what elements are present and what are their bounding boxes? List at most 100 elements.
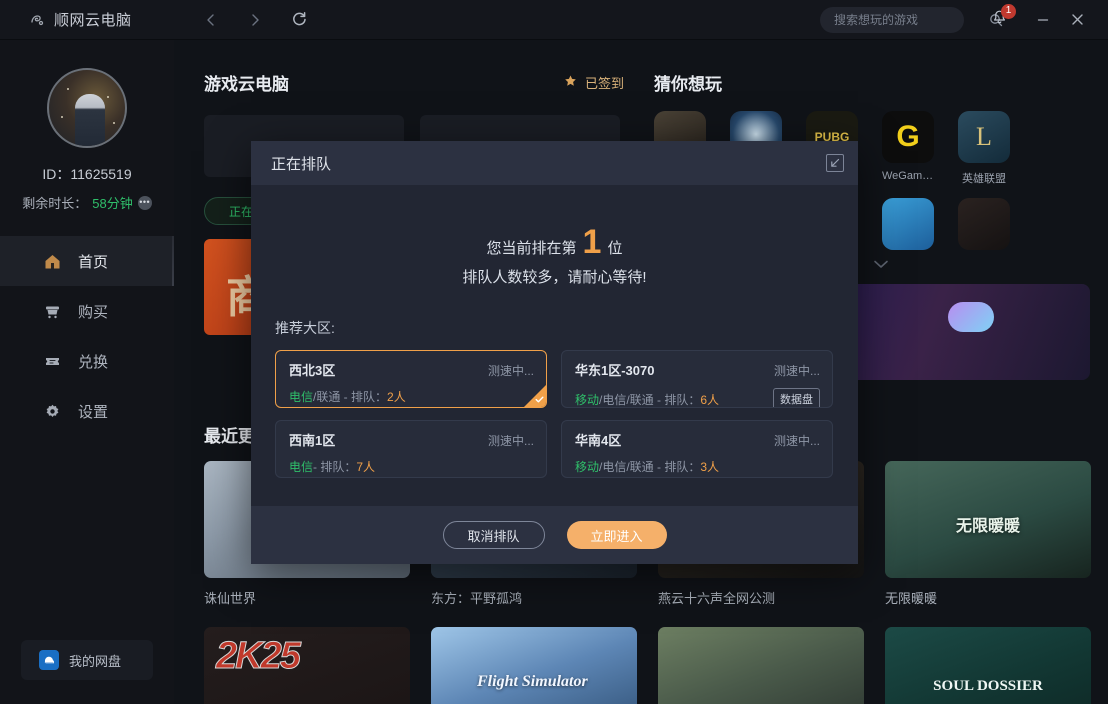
region-isp-rest: /电信/联通 - 排队： <box>599 460 701 474</box>
sidebar-item-label: 购买 <box>78 303 109 321</box>
app-window: 顺网云电脑 1 <box>0 0 1108 704</box>
collapse-icon[interactable] <box>826 154 844 172</box>
region-card-southwest-1[interactable]: 西南1区 测速中... 电信 - 排队： 7人 <box>275 420 547 478</box>
netdisk-button[interactable]: 我的网盘 <box>21 640 153 680</box>
sidebar-menu: 首页 购买 兑换 设置 <box>0 236 174 436</box>
more-dots-icon[interactable]: ••• <box>137 195 152 210</box>
region-isp-rest: /联通 - 排队： <box>313 390 388 404</box>
queue-position-line: 您当前排在第 1 位 <box>251 223 858 261</box>
recent-games-row-2 <box>174 607 1108 704</box>
region-card-south-4[interactable]: 华南4区 测速中... 移动 /电信/联通 - 排队： 3人 <box>561 420 833 478</box>
game-card-art <box>885 461 1091 578</box>
region-card-top: 西南1区 测速中... <box>289 430 534 449</box>
region-card-bottom: 电信 /联通 - 排队： 2人 <box>289 388 534 405</box>
brand-name: 顺网云电脑 <box>54 12 132 29</box>
queue-prefix: 您当前排在第 <box>486 240 577 257</box>
titlebar-right: 1 <box>820 3 1108 35</box>
title-bar: 顺网云电脑 1 <box>0 0 1108 40</box>
gear-icon <box>42 401 62 421</box>
region-queue-count: 3人 <box>700 460 720 474</box>
user-profile: ID：11625519 剩余时长： 58分钟 ••• <box>0 40 174 212</box>
remaining-time-label: 剩余时长： <box>22 196 88 211</box>
brand: 顺网云电脑 <box>0 9 174 30</box>
queue-dialog-title: 正在排队 <box>271 155 332 173</box>
game-card-label: 诛仙世界 <box>204 591 257 606</box>
sidebar-item-label: 兑换 <box>78 353 109 371</box>
home-icon <box>42 251 62 271</box>
enter-now-button[interactable]: 立即进入 <box>566 521 667 549</box>
queue-dialog-footer: 取消排队 立即进入 <box>251 506 858 564</box>
data-disk-badge[interactable]: 数据盘 <box>773 388 820 407</box>
ticket-icon <box>42 351 62 371</box>
recommend-regions-label: 推荐大区: <box>275 320 335 336</box>
guess-title: 猜你想玩 <box>654 75 722 94</box>
queue-dialog-header: 正在排队 <box>251 141 858 185</box>
game-card-art <box>204 627 410 704</box>
game-tile[interactable]: G WeGame... <box>882 111 934 186</box>
region-queue-count: 2人 <box>387 390 406 404</box>
search-input[interactable] <box>834 12 989 27</box>
queue-dialog: 正在排队 您当前排在第 1 位 排队人数较多，请耐心等待! 推荐大区: 西北3区… <box>251 141 858 564</box>
game-tile-art <box>882 198 934 250</box>
signin-label: 已签到 <box>584 76 624 91</box>
avatar[interactable] <box>47 68 127 148</box>
game-card-label: 无限暖暖 <box>885 591 938 606</box>
region-speed-status: 测速中... <box>487 434 534 448</box>
user-id: ID：11625519 <box>42 166 132 182</box>
region-list: 西北3区 测速中... 电信 /联通 - 排队： 2人 华东1区-3070 测速… <box>251 338 858 478</box>
game-card[interactable] <box>431 627 637 704</box>
sidebar-item-label: 设置 <box>78 403 109 421</box>
region-isp-primary: 移动 <box>575 460 600 474</box>
avatar-spark <box>67 88 69 90</box>
search-box[interactable] <box>820 6 1003 33</box>
avatar-spark <box>113 122 115 124</box>
region-card-northwest-3[interactable]: 西北3区 测速中... 电信 /联通 - 排队： 2人 <box>275 350 547 408</box>
region-card-top: 华南4区 测速中... <box>575 430 820 449</box>
region-card-bottom: 移动 /电信/联通 - 排队： 3人 <box>575 458 820 475</box>
cloudpc-title: 游戏云电脑 <box>204 75 289 94</box>
region-name: 西北3区 <box>289 363 336 378</box>
sidebar-item-label: 首页 <box>78 253 109 271</box>
cloudpc-header: 游戏云电脑 已签到 <box>174 40 624 95</box>
game-card-label: 燕云十六声全网公测 <box>658 591 776 606</box>
game-card-art <box>431 627 637 704</box>
game-tile-label: WeGame... <box>882 170 934 182</box>
sidebar-item-buy[interactable]: 购买 <box>0 286 174 336</box>
close-button[interactable] <box>1060 5 1094 35</box>
remaining-time: 剩余时长： 58分钟 ••• <box>0 193 174 212</box>
region-card-east-1-3070[interactable]: 华东1区-3070 测速中... 移动 /电信/联通 - 排队： 6人 数据盘 <box>561 350 833 408</box>
region-isp-primary: 移动 <box>575 392 600 407</box>
netdisk-label: 我的网盘 <box>69 653 122 669</box>
game-tile[interactable] <box>958 198 1010 250</box>
app-logo-icon <box>28 11 46 29</box>
game-tile-label: 英雄联盟 <box>962 173 1006 185</box>
game-card[interactable] <box>204 627 410 704</box>
sidebar: ID：11625519 剩余时长： 58分钟 ••• 首页 购买 兑换 设置 我… <box>0 40 174 704</box>
forward-arrow-icon[interactable] <box>244 9 266 31</box>
region-speed-status: 测速中... <box>773 364 820 378</box>
game-card-label: 东方：平野孤鸿 <box>431 591 523 606</box>
sidebar-item-home[interactable]: 首页 <box>0 236 174 286</box>
back-arrow-icon[interactable] <box>200 9 222 31</box>
game-tile[interactable] <box>882 198 934 250</box>
signin-status[interactable]: 已签到 <box>563 73 624 92</box>
sidebar-item-redeem[interactable]: 兑换 <box>0 336 174 386</box>
region-name: 西南1区 <box>289 433 336 448</box>
minimize-button[interactable] <box>1026 5 1060 35</box>
game-card-art <box>658 627 864 704</box>
queue-note: 排队人数较多，请耐心等待! <box>462 269 647 286</box>
cancel-queue-button[interactable]: 取消排队 <box>442 521 545 549</box>
queue-position-number: 1 <box>582 223 602 261</box>
nav-buttons <box>200 9 310 31</box>
game-card[interactable] <box>885 627 1091 704</box>
sidebar-item-settings[interactable]: 设置 <box>0 386 174 436</box>
game-card[interactable] <box>658 627 864 704</box>
region-queue-count: 7人 <box>356 460 376 474</box>
refresh-icon[interactable] <box>288 9 310 31</box>
notification-button[interactable]: 1 <box>986 3 1016 33</box>
game-card[interactable]: 无限暖暖 <box>885 461 1091 607</box>
gamepad-icon <box>948 302 994 332</box>
guess-header: 猜你想玩 <box>654 40 1108 95</box>
cloud-drive-icon <box>39 650 59 670</box>
game-tile[interactable]: L 英雄联盟 <box>958 111 1010 186</box>
